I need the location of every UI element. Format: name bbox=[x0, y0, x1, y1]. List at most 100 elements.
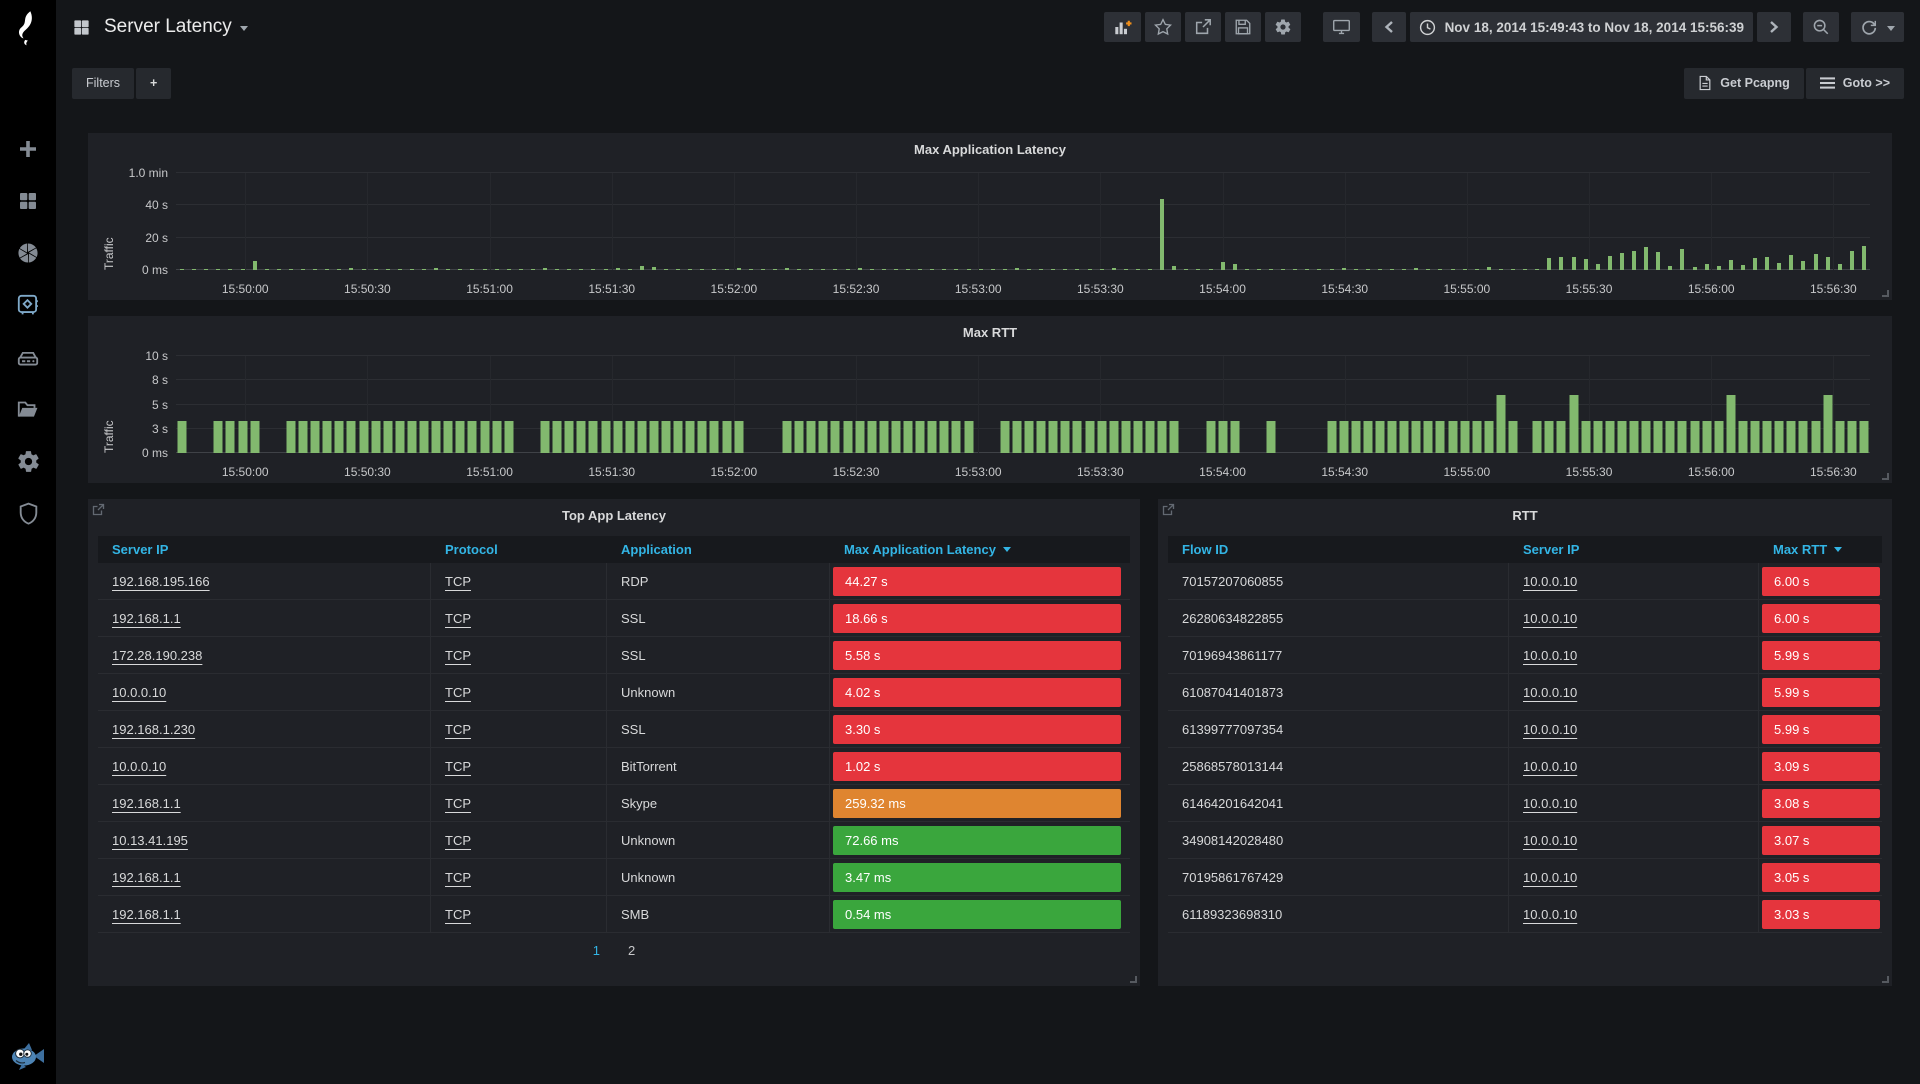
external-link-icon[interactable] bbox=[1162, 503, 1175, 516]
sidebar-item-vault[interactable] bbox=[15, 292, 41, 318]
add-panel-button[interactable] bbox=[1104, 12, 1141, 42]
goto-button[interactable]: Goto >> bbox=[1806, 68, 1904, 99]
panel-resize-handle[interactable] bbox=[1882, 473, 1889, 480]
zoom-out-button[interactable] bbox=[1803, 12, 1839, 42]
page-number-1[interactable]: 1 bbox=[593, 943, 600, 958]
table: Server IPProtocolApplicationMax Applicat… bbox=[98, 536, 1130, 933]
fish-logo-icon[interactable] bbox=[9, 1040, 47, 1072]
gridline bbox=[1467, 173, 1468, 270]
refresh-button[interactable] bbox=[1851, 12, 1904, 42]
chart-bar bbox=[398, 269, 402, 270]
panel-resize-handle[interactable] bbox=[1130, 976, 1137, 983]
protocol-link[interactable]: TCP bbox=[445, 648, 471, 663]
protocol-link[interactable]: TCP bbox=[445, 870, 471, 885]
protocol-link[interactable]: TCP bbox=[445, 759, 471, 774]
server-ip-link[interactable]: 10.0.0.10 bbox=[1523, 648, 1577, 663]
refresh-dropdown-caret[interactable] bbox=[1887, 26, 1895, 31]
column-header[interactable]: Max RTT bbox=[1759, 542, 1882, 557]
sidebar-item-files[interactable] bbox=[15, 396, 41, 422]
column-header[interactable]: Flow ID bbox=[1168, 542, 1509, 557]
server-ip-link[interactable]: 10.0.0.10 bbox=[112, 759, 166, 774]
plot-area[interactable] bbox=[176, 173, 1870, 270]
protocol-link[interactable]: TCP bbox=[445, 907, 471, 922]
server-ip-link[interactable]: 10.0.0.10 bbox=[1523, 833, 1577, 848]
server-ip-link[interactable]: 192.168.1.230 bbox=[112, 722, 195, 737]
server-ip-link[interactable]: 10.0.0.10 bbox=[1523, 907, 1577, 922]
sidebar-item-shutter[interactable] bbox=[15, 240, 41, 266]
panel-title[interactable]: Max RTT bbox=[88, 316, 1892, 346]
chart-bar bbox=[1012, 421, 1021, 453]
server-ip-link[interactable]: 10.0.0.10 bbox=[1523, 722, 1577, 737]
x-tick-label: 15:56:00 bbox=[1688, 465, 1735, 479]
max-application-latency-chart[interactable]: Traffic 0 ms20 s40 s1.0 min 15:50:0015:5… bbox=[88, 163, 1892, 300]
dashboard-title-group[interactable]: Server Latency bbox=[72, 16, 248, 38]
sidebar-item-dashboards[interactable] bbox=[15, 188, 41, 214]
protocol-link[interactable]: TCP bbox=[445, 833, 471, 848]
chart-bar bbox=[371, 421, 380, 453]
x-tick-label: 15:56:30 bbox=[1810, 465, 1857, 479]
max-rtt-chart[interactable]: Traffic 0 ms3 s5 s8 s10 s 15:50:0015:50:… bbox=[88, 346, 1892, 483]
column-header[interactable]: Server IP bbox=[1509, 542, 1759, 557]
table-cell-value: 6.00 s bbox=[1759, 600, 1882, 637]
server-ip-link[interactable]: 192.168.1.1 bbox=[112, 796, 181, 811]
server-ip-link[interactable]: 10.0.0.10 bbox=[1523, 870, 1577, 885]
time-range-button[interactable]: Nov 18, 2014 15:49:43 to Nov 18, 2014 15… bbox=[1410, 12, 1753, 42]
gridline bbox=[176, 204, 1870, 205]
share-button[interactable] bbox=[1185, 12, 1221, 42]
protocol-link[interactable]: TCP bbox=[445, 685, 471, 700]
sidebar-item-storage[interactable] bbox=[15, 344, 41, 370]
star-button[interactable] bbox=[1145, 12, 1181, 42]
filters-button[interactable]: Filters bbox=[72, 68, 134, 99]
chart-bar bbox=[1281, 269, 1285, 270]
add-filter-button[interactable]: + bbox=[136, 68, 171, 99]
gridline bbox=[245, 173, 246, 270]
time-forward-button[interactable] bbox=[1757, 12, 1791, 42]
table-cell-server-ip: 10.0.0.10 bbox=[1509, 859, 1759, 896]
time-back-button[interactable] bbox=[1372, 12, 1406, 42]
protocol-link[interactable]: TCP bbox=[445, 611, 471, 626]
protocol-link[interactable]: TCP bbox=[445, 796, 471, 811]
protocol-link[interactable]: TCP bbox=[445, 574, 471, 589]
panel-title[interactable]: RTT bbox=[1158, 499, 1892, 529]
cycle-view-button[interactable] bbox=[1323, 12, 1360, 42]
column-header[interactable]: Application bbox=[607, 542, 830, 557]
column-header[interactable]: Server IP bbox=[98, 542, 431, 557]
server-ip-link[interactable]: 10.0.0.10 bbox=[112, 685, 166, 700]
grafana-flame-logo-icon[interactable] bbox=[13, 10, 43, 46]
latency-value-cell: 6.00 s bbox=[1762, 567, 1880, 596]
server-ip-link[interactable]: 10.0.0.10 bbox=[1523, 611, 1577, 626]
chart-bar bbox=[591, 269, 595, 270]
external-link-icon[interactable] bbox=[92, 503, 105, 516]
chart-bar bbox=[1218, 421, 1227, 453]
column-header[interactable]: Max Application Latency bbox=[830, 542, 1130, 557]
server-ip-link[interactable]: 10.0.0.10 bbox=[1523, 574, 1577, 589]
server-ip-link[interactable]: 192.168.1.1 bbox=[112, 611, 181, 626]
save-button[interactable] bbox=[1225, 12, 1261, 42]
panel-title[interactable]: Top App Latency bbox=[88, 499, 1140, 529]
get-pcapng-button[interactable]: Get Pcapng bbox=[1684, 68, 1803, 99]
protocol-link[interactable]: TCP bbox=[445, 722, 471, 737]
server-ip-link[interactable]: 192.168.1.1 bbox=[112, 870, 181, 885]
panel-title[interactable]: Max Application Latency bbox=[88, 133, 1892, 163]
server-ip-link[interactable]: 10.0.0.10 bbox=[1523, 796, 1577, 811]
server-ip-link[interactable]: 10.13.41.195 bbox=[112, 833, 188, 848]
plot-area[interactable] bbox=[176, 356, 1870, 453]
server-ip-link[interactable]: 172.28.190.238 bbox=[112, 648, 202, 663]
chart-bar bbox=[819, 421, 828, 453]
server-ip-link[interactable]: 192.168.1.1 bbox=[112, 907, 181, 922]
settings-button[interactable] bbox=[1265, 12, 1301, 42]
panel-resize-handle[interactable] bbox=[1882, 976, 1889, 983]
sidebar-item-add[interactable] bbox=[15, 136, 41, 162]
chart-bar bbox=[1170, 421, 1179, 453]
page-number-2[interactable]: 2 bbox=[628, 943, 635, 958]
server-ip-link[interactable]: 10.0.0.10 bbox=[1523, 685, 1577, 700]
server-ip-link[interactable]: 192.168.195.166 bbox=[112, 574, 210, 589]
server-ip-link[interactable]: 10.0.0.10 bbox=[1523, 759, 1577, 774]
chart-bar bbox=[1100, 269, 1104, 270]
chart-bar bbox=[628, 269, 632, 270]
chart-bar bbox=[347, 421, 356, 453]
column-header[interactable]: Protocol bbox=[431, 542, 607, 557]
sidebar-item-settings[interactable] bbox=[15, 448, 41, 474]
panel-resize-handle[interactable] bbox=[1882, 290, 1889, 297]
sidebar-item-security[interactable] bbox=[15, 500, 41, 526]
